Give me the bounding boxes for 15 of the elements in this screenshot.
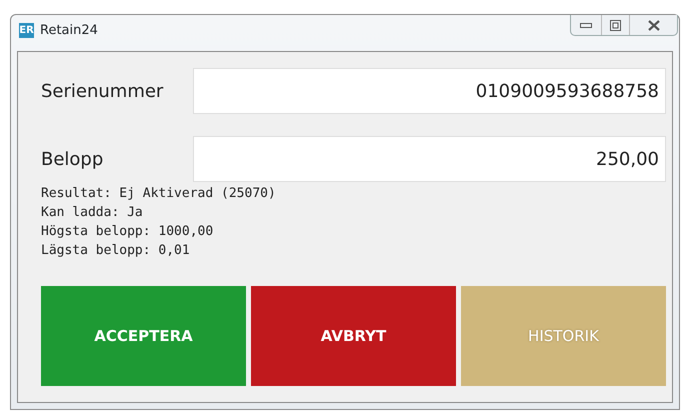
info-line: Resultat: Ej Aktiverad (25070) — [41, 185, 277, 203]
info-line: Högsta belopp: 1000,00 — [41, 223, 214, 241]
field-label: Serienummer — [41, 80, 164, 104]
minimize-icon — [580, 21, 592, 29]
app-icon: ER — [19, 23, 34, 38]
info-line: Lägsta belopp: 0,01 — [41, 242, 191, 260]
window-title: Retain24 — [40, 22, 98, 40]
close-icon — [648, 20, 660, 30]
info-line: Kan ladda: Ja — [41, 204, 144, 222]
action-button[interactable]: AVBRYT — [251, 286, 456, 386]
field-label: Belopp — [41, 148, 104, 172]
input-field[interactable]: 0109009593688758 — [193, 68, 666, 114]
maximize-icon — [610, 20, 621, 30]
action-button[interactable]: ACCEPTERA — [41, 286, 246, 386]
input-field[interactable]: 250,00 — [193, 136, 666, 182]
